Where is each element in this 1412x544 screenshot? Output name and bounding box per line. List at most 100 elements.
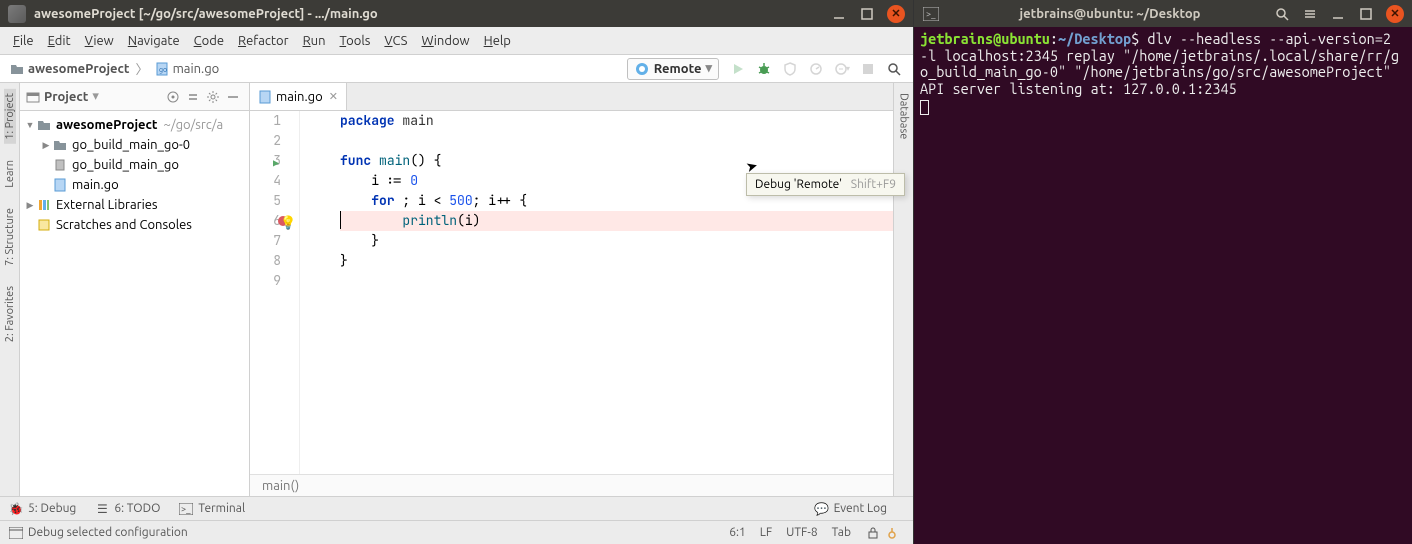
tool-window-structure[interactable]: 7: Structure bbox=[4, 204, 16, 270]
tree-item[interactable]: ▼awesomeProject~/go/src/a bbox=[20, 115, 249, 135]
svg-text:>_: >_ bbox=[926, 9, 936, 19]
menu-view[interactable]: View bbox=[78, 31, 121, 51]
tool-window-database[interactable]: Database bbox=[898, 89, 910, 143]
stop-button[interactable] bbox=[857, 58, 879, 80]
window-icon[interactable] bbox=[8, 525, 24, 541]
editor-breadcrumb[interactable]: main() bbox=[250, 474, 893, 496]
encoding[interactable]: UTF-8 bbox=[786, 526, 817, 539]
run-button[interactable] bbox=[727, 58, 749, 80]
cursor-position[interactable]: 6:1 bbox=[729, 526, 746, 539]
close-button[interactable]: ✕ bbox=[887, 5, 905, 23]
menu-navigate[interactable]: Navigate bbox=[121, 31, 187, 51]
menu-edit[interactable]: Edit bbox=[41, 31, 78, 51]
menu-window[interactable]: Window bbox=[414, 31, 476, 51]
tree-item[interactable]: Scratches and Consoles bbox=[20, 215, 249, 235]
tab-label: main.go bbox=[276, 90, 323, 104]
tree-item[interactable]: ▶External Libraries bbox=[20, 195, 249, 215]
library-icon bbox=[36, 197, 52, 213]
terminal-close-button[interactable]: ✕ bbox=[1386, 5, 1404, 23]
terminal-title: jetbrains@ubuntu: ~/Desktop bbox=[958, 7, 1262, 21]
attach-button[interactable]: ▾ bbox=[831, 58, 853, 80]
menu-refactor[interactable]: Refactor bbox=[231, 31, 296, 51]
terminal-title-bar: >_ jetbrains@ubuntu: ~/Desktop ✕ bbox=[914, 0, 1412, 27]
lock-icon[interactable] bbox=[865, 525, 881, 541]
code-area[interactable]: 💡 package mainfunc main() { i := 0 for ;… bbox=[300, 111, 893, 474]
coverage-button[interactable] bbox=[779, 58, 801, 80]
locate-icon[interactable] bbox=[164, 88, 182, 106]
tool-window-favorites[interactable]: 2: Favorites bbox=[4, 282, 16, 346]
inspector-icon[interactable] bbox=[885, 525, 901, 541]
profile-button[interactable] bbox=[805, 58, 827, 80]
bottom-tool-bar: 🐞5: Debug ☰6: TODO >_Terminal 💬Event Log bbox=[0, 496, 913, 520]
project-icon bbox=[26, 90, 40, 104]
menu-vcs[interactable]: VCS bbox=[377, 31, 414, 51]
terminal-maximize-button[interactable] bbox=[1358, 6, 1374, 22]
project-tool-window: Project ▾ ▼awesomeProject~/go/src/a▶go_b… bbox=[20, 83, 250, 496]
folder-icon bbox=[52, 137, 68, 153]
menu-code[interactable]: Code bbox=[187, 31, 231, 51]
go-remote-icon bbox=[634, 61, 650, 77]
terminal-body[interactable]: jetbrains@ubuntu:~/Desktop$ dlv --headle… bbox=[914, 27, 1412, 544]
menu-bar: FileEditViewNavigateCodeRefactorRunTools… bbox=[0, 27, 913, 55]
menu-tools[interactable]: Tools bbox=[333, 31, 378, 51]
close-icon[interactable]: ✕ bbox=[329, 90, 338, 103]
menu-file[interactable]: File bbox=[6, 31, 41, 51]
go-file-icon bbox=[258, 90, 272, 104]
folder-icon bbox=[36, 117, 52, 133]
terminal-search-button[interactable] bbox=[1274, 6, 1290, 22]
breadcrumb-text: main() bbox=[262, 479, 299, 493]
debug-icon: 🐞 bbox=[8, 501, 24, 517]
tool-window-terminal[interactable]: >_Terminal bbox=[178, 501, 245, 517]
intention-bulb-icon[interactable]: 💡 bbox=[280, 214, 296, 231]
scratch-icon bbox=[36, 217, 52, 233]
editor-body[interactable]: 123▶456789 💡 package mainfunc main() { i… bbox=[250, 111, 893, 474]
breadcrumb-project[interactable]: awesomeProject bbox=[6, 60, 134, 78]
left-tool-stripe: 1: Project Learn 7: Structure 2: Favorites bbox=[0, 83, 20, 496]
window-title: awesomeProject [~/go/src/awesomeProject]… bbox=[34, 7, 378, 21]
minimize-button[interactable] bbox=[831, 6, 847, 22]
tooltip: Debug 'Remote' Shift+F9 bbox=[746, 173, 905, 196]
tool-window-todo[interactable]: ☰6: TODO bbox=[94, 501, 160, 517]
tree-item[interactable]: main.go bbox=[20, 175, 249, 195]
right-tool-stripe: Database bbox=[893, 83, 913, 496]
run-configuration-selector[interactable]: Remote ▾ bbox=[627, 58, 719, 80]
terminal-minimize-button[interactable] bbox=[1330, 6, 1346, 22]
terminal-window: >_ jetbrains@ubuntu: ~/Desktop ✕ jetbrai… bbox=[914, 0, 1412, 544]
gutter[interactable]: 123▶456789 bbox=[250, 111, 300, 474]
caret bbox=[340, 211, 341, 229]
tree-item[interactable]: ▶go_build_main_go-0 bbox=[20, 135, 249, 155]
go-file-icon bbox=[52, 177, 68, 193]
editor-tabs: main.go ✕ bbox=[250, 83, 893, 111]
tool-window-learn[interactable]: Learn bbox=[4, 156, 16, 192]
binary-icon bbox=[52, 157, 68, 173]
ide-title-bar: awesomeProject [~/go/src/awesomeProject]… bbox=[0, 0, 913, 27]
ide-window: awesomeProject [~/go/src/awesomeProject]… bbox=[0, 0, 914, 544]
search-button[interactable] bbox=[883, 58, 905, 80]
tree-item[interactable]: go_build_main_go bbox=[20, 155, 249, 175]
tool-window-debug[interactable]: 🐞5: Debug bbox=[8, 501, 76, 517]
terminal-menu-button[interactable] bbox=[1302, 6, 1318, 22]
chevron-down-icon[interactable]: ▾ bbox=[92, 89, 99, 104]
collapse-all-icon[interactable] bbox=[184, 88, 202, 106]
menu-help[interactable]: Help bbox=[477, 31, 518, 51]
tool-window-event-log[interactable]: 💬Event Log bbox=[814, 501, 887, 517]
go-file-icon: go bbox=[155, 62, 169, 76]
indent[interactable]: Tab bbox=[832, 526, 851, 539]
tool-window-project[interactable]: 1: Project bbox=[4, 89, 16, 144]
debug-button[interactable] bbox=[753, 58, 775, 80]
status-bar: Debug selected configuration 6:1 LF UTF-… bbox=[0, 520, 913, 544]
project-panel-header: Project ▾ bbox=[20, 83, 249, 111]
line-separator[interactable]: LF bbox=[760, 526, 772, 539]
event-log-icon: 💬 bbox=[814, 501, 830, 517]
editor-tab-main-go[interactable]: main.go ✕ bbox=[250, 83, 347, 110]
tooltip-shortcut: Shift+F9 bbox=[851, 178, 896, 191]
gear-icon[interactable] bbox=[204, 88, 222, 106]
main-area: 1: ProjectLearn7: Structure2: Favorites … bbox=[0, 83, 913, 496]
terminal-app-icon: >_ bbox=[922, 5, 940, 23]
menu-run[interactable]: Run bbox=[296, 31, 333, 51]
breadcrumb-file[interactable]: go main.go bbox=[151, 60, 224, 78]
hide-icon[interactable] bbox=[224, 88, 242, 106]
svg-text:go: go bbox=[159, 66, 167, 74]
maximize-button[interactable] bbox=[859, 6, 875, 22]
editor-panel: main.go ✕ 123▶456789 💡 package mainfunc … bbox=[250, 83, 893, 496]
